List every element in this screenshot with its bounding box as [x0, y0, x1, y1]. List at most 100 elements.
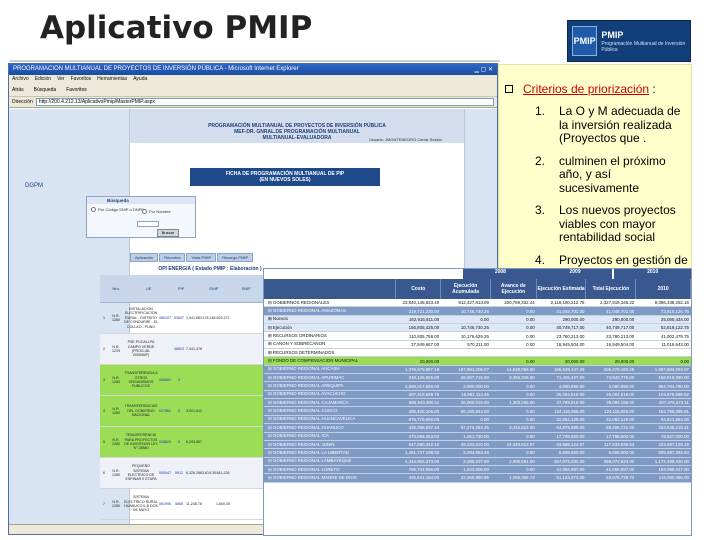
row-label[interactable]: ⊟ GOBIERNO REGIONAL HUANCAVELICA: [264, 416, 396, 422]
row-label[interactable]: ⊞ RECURSOS DETERMINADOS: [264, 350, 396, 356]
grid-cell-snip2[interactable]: 5912: [172, 471, 186, 475]
row-label[interactable]: ⊟ Ejecución: [264, 325, 396, 331]
table-row[interactable]: ⊟ GOBIERNO REGIONAL HUANCAVELICA 875,779,…: [264, 415, 691, 425]
grid-cell-snip1[interactable]: 006061: [158, 378, 172, 382]
row-value: 37,789,919.00: [556, 400, 585, 406]
row-label[interactable]: ⊞ CANON Y SOBRECANON: [264, 341, 396, 347]
address-input[interactable]: http://200.4.212.13/AplicativoPmip/Maste…: [35, 98, 494, 106]
row-label[interactable]: ⊟ GOBIERNO REGIONAL APURIMAC: [264, 375, 396, 381]
table-row[interactable]: ⊟ GOBIERNO REGIONAL AMAZONAS 219,721,230.…: [264, 307, 691, 316]
grid-cell-snip2[interactable]: 53697: [172, 316, 186, 320]
row-label[interactable]: ⊟ GOBIERNO REGIONAL CAJAMARCA: [264, 400, 396, 406]
table-row[interactable]: ⊞ RECURSOS DETERMINADOS: [264, 349, 691, 358]
table-row[interactable]: ⊞ CANON Y SOBRECANON 37,949,667.00 570,211…: [264, 341, 691, 350]
row-value: 1,172,488,430.00: [654, 458, 689, 464]
menu-item[interactable]: Ver: [57, 76, 65, 83]
grid-cell-snip1[interactable]: 027862: [158, 409, 172, 413]
table-row[interactable]: ⊟ GOBIERNO REGIONAL CUSCO 485,408,106.00 8…: [264, 407, 691, 416]
menu-item[interactable]: Edición: [35, 76, 51, 83]
table-row[interactable]: ⊞ RECURSOS ORDINARIOS 110,835,758.00 10,17…: [264, 332, 691, 341]
grid-cell-snip2[interactable]: 0: [172, 440, 186, 444]
table-row[interactable]: ⊟ GOBIERNO REGIONAL LORETO 795,734,966.00…: [264, 465, 691, 475]
row-label[interactable]: ⊟ FONDO DE COMPENSACION MUNICIPAL: [264, 358, 396, 364]
search-input[interactable]: [137, 221, 159, 227]
menu-item[interactable]: Favoritos: [71, 76, 92, 83]
row-label[interactable]: ⊟ GOBIERNO REGIONAL LORETO: [264, 467, 396, 473]
app-tab[interactable]: Recargo PMIP: [217, 253, 254, 262]
menu-item[interactable]: Archivo: [12, 76, 29, 83]
table-row[interactable]: ⊟ GOBIERNO REGIONAL LAMBAYEQUE 4,344,806,…: [264, 457, 691, 466]
grid-cell-snip1[interactable]: 000047: [158, 471, 172, 475]
grid-cell-snip2[interactable]: 0: [172, 378, 186, 382]
row-label[interactable]: ⊟ GOBIERNO REGIONAL AYACUCHO: [264, 391, 396, 397]
toolbar-button[interactable]: Atrás: [12, 87, 24, 93]
table-row[interactable]: ⊟ GOBIERNO REGIONAL AREQUIPA 2,680,017,59…: [264, 382, 691, 391]
row-label[interactable]: ⊟ GOBIERNO REGIONAL JUNIN: [264, 442, 396, 448]
grid-cell-snip1[interactable]: 085107: [158, 316, 172, 320]
row-value: 49,233,610.00: [460, 442, 489, 448]
row-value: 3,466,326.00: [509, 375, 535, 381]
grid-cell-snip1[interactable]: 028820: [158, 440, 172, 444]
row-value: 23,780,213.00: [556, 333, 585, 339]
grid-cell-snip2[interactable]: 5865: [172, 502, 186, 506]
row-value: 110,835,758.00: [408, 333, 440, 339]
grid-cell-ue: N.R. 1280: [112, 407, 120, 415]
user-session[interactable]: Usuario: JMONTENEGRO Cerrar Sesión: [369, 137, 464, 142]
row-label[interactable]: ⊟ GOBIERNO REGIONAL AMAZONAS: [264, 308, 396, 314]
menu-item[interactable]: Ayuda: [133, 76, 147, 83]
nav-dgpm[interactable]: DGPM: [25, 183, 43, 189]
row-label[interactable]: ⊟ GOBIERNO REGIONAL ANCASH: [264, 366, 396, 372]
table-row[interactable]: ⊟ GOBIERNO REGIONAL MADRE DE DIOS 425,641…: [264, 474, 691, 483]
row-label[interactable]: ⊟ GOBIERNO REGIONAL AREQUIPA: [264, 383, 396, 389]
table-row[interactable]: ⊟ GOBIERNO REGIONAL AYACUCHO 387,318,828.…: [264, 390, 691, 400]
row-value: 0.00: [526, 467, 535, 473]
grid-cell-snip1[interactable]: 061996: [158, 502, 172, 506]
app-tab[interactable]: Aplicación: [130, 253, 159, 262]
row-value: 10,176,629.25: [460, 333, 489, 339]
grid-header-cell: SNIP: [209, 286, 219, 291]
table-row[interactable]: ⊟ GOBIERNO REGIONAL APURIMAC 348,126,825.…: [264, 374, 691, 383]
search-button[interactable]: Buscar: [157, 229, 179, 237]
toolbar-button[interactable]: Búsqueda: [34, 87, 57, 93]
row-value: 41,056,997.00: [606, 467, 635, 473]
row-label[interactable]: ⊟ GOBIERNOS REGIONALES: [264, 300, 396, 306]
table-row[interactable]: ⊟ GOBIERNO REGIONAL ICA 473,069,253.00 1,0…: [264, 432, 691, 441]
table-row[interactable]: ⊟ Ejecución 156,805,425.00 10,746,740.25 0.…: [264, 324, 691, 333]
row-label[interactable]: ⊟ GOBIERNO REGIONAL MADRE DE DIOS: [264, 475, 396, 481]
grid-cell-ue: N.R. 1280: [112, 500, 120, 508]
criteria-text: culminen el próximo año, y así sucesivam…: [559, 153, 666, 195]
row-label[interactable]: ⊞ Nuevos: [264, 316, 396, 322]
grid-cell-snip2[interactable]: 0: [172, 409, 186, 413]
menu-item[interactable]: Herramientas: [97, 76, 127, 83]
toolbar-button[interactable]: Favoritos: [66, 87, 87, 93]
row-label[interactable]: ⊟ GOBIERNO REGIONAL LAMBAYEQUE: [264, 458, 396, 464]
row-value: 2,118,160,212.78: [550, 300, 585, 306]
row-label[interactable]: ⊟ GOBIERNO REGIONAL ICA: [264, 433, 396, 439]
radio-snip[interactable]: Por Código SNIP o DNPP: [91, 207, 144, 212]
table-row[interactable]: ⊞ Nuevos 162,916,811.00 0.00 0.00 290,000.00…: [264, 315, 691, 325]
row-label[interactable]: ⊟ GOBIERNO REGIONAL CUSCO: [264, 408, 396, 414]
row-label[interactable]: ⊟ GOBIERNO REGIONAL LA LIBERTAD: [264, 450, 396, 456]
row-label[interactable]: ⊞ RECURSOS ORDINARIOS: [264, 333, 396, 339]
radio-nombre[interactable]: Por Nombre: [142, 209, 171, 214]
app-tab[interactable]: Vista PMIP: [186, 253, 217, 262]
table-row[interactable]: ⊟ GOBIERNO REGIONAL JUNIN 647,060,342.10 4…: [264, 440, 691, 450]
table-row[interactable]: ⊟ GOBIERNOS REGIONALES 23,840,148,823.40 9…: [264, 299, 691, 308]
app-tab[interactable]: Reportes: [159, 253, 186, 262]
row-value: 24,349,813.07: [506, 442, 535, 448]
row-value: 0.00: [526, 383, 535, 389]
table-row[interactable]: ⊟ FONDO DE COMPENSACION MUNICIPAL 20,000.…: [264, 357, 691, 366]
row-label[interactable]: ⊟ GOBIERNO REGIONAL HUANUCO: [264, 425, 396, 431]
row-value: 115,060,456.00: [658, 475, 689, 481]
window-controls-icon[interactable]: ▁ ▢ ✕: [474, 66, 493, 73]
table-row[interactable]: ⊟ GOBIERNO REGIONAL LA LIBERTAD 1,481,747…: [264, 449, 691, 458]
search-panel: Búsqueda Por Código SNIP o DNPP Por Nomb…: [86, 196, 196, 238]
table-row[interactable]: ⊟ GOBIERNO REGIONAL ANCASH 1,376,679,887.…: [264, 365, 691, 375]
row-value: 1,087,804,293.07: [654, 366, 689, 372]
table-row[interactable]: ⊟ GOBIERNO REGIONAL CAJAMARCA 856,943,360…: [264, 399, 691, 408]
row-value: 0.00: [526, 391, 535, 397]
row-value: 162,916,811.00: [408, 316, 440, 322]
grid-cell-snip2[interactable]: 48503: [172, 347, 186, 351]
column-header: 2010: [636, 279, 691, 299]
table-row[interactable]: ⊟ GOBIERNO REGIONAL HUANUCO 426,398,837.4…: [264, 424, 691, 433]
